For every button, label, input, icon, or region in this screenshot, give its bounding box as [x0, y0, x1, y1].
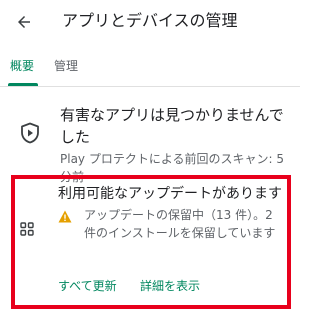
protect-status-title: 有害なアプリは見つかりませんでした [60, 106, 284, 146]
tab-manage[interactable]: 管理 [54, 58, 78, 74]
grid-icon [20, 222, 34, 236]
tab-overview[interactable]: 概要 [10, 58, 34, 74]
warning-icon [58, 210, 72, 223]
pending-updates-text: アップデートの保留中（13 件）。2 件のインストールを保留しています [84, 208, 276, 240]
tab-bar: 概要 管理 [0, 52, 300, 86]
update-all-button[interactable]: すべて更新 [58, 278, 117, 294]
shield-play-icon [21, 122, 39, 144]
page-title: アプリとデバイスの管理 [62, 11, 238, 30]
show-details-button[interactable]: 詳細を表示 [140, 278, 200, 294]
tab-divider [0, 86, 300, 87]
updates-available-title: 利用可能なアップデートがあります [58, 186, 282, 202]
arrow-back-icon [18, 16, 30, 28]
back-button[interactable] [10, 8, 38, 36]
play-protect-card[interactable]: 有害なアプリは見つかりませんでした Play プロテクトによる前回のスキャン: … [0, 104, 300, 184]
app-bar: アプリとデバイスの管理 [0, 0, 300, 44]
